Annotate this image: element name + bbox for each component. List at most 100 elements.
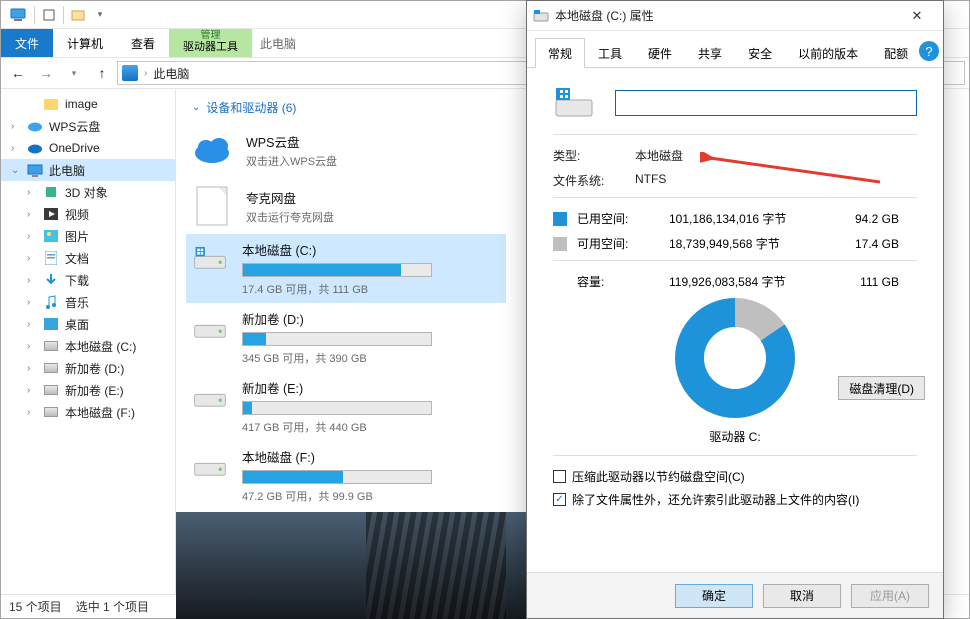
expand-icon[interactable]: › bbox=[27, 407, 37, 418]
nav-recent-dropdown[interactable]: ▾ bbox=[61, 60, 87, 86]
sidebar-item-label: 桌面 bbox=[65, 316, 89, 333]
expand-icon[interactable]: › bbox=[27, 187, 37, 198]
drive-icon bbox=[533, 9, 549, 23]
group-label: 设备和驱动器 (6) bbox=[206, 99, 296, 116]
sidebar-item-label: image bbox=[65, 97, 98, 111]
quick-access-btn[interactable] bbox=[38, 4, 60, 26]
ok-button[interactable]: 确定 bbox=[675, 584, 753, 608]
sidebar-item[interactable]: › 视频 bbox=[1, 203, 175, 225]
item-icon bbox=[43, 184, 59, 200]
dialog-tab[interactable]: 硬件 bbox=[635, 38, 685, 68]
checkbox-icon[interactable] bbox=[553, 470, 566, 483]
quick-access-dropdown[interactable]: ▾ bbox=[89, 4, 111, 26]
dialog-tab[interactable]: 工具 bbox=[585, 38, 635, 68]
filesystem-label: 文件系统: bbox=[553, 172, 635, 189]
item-icon bbox=[27, 140, 43, 156]
used-bytes: 101,186,134,016 字节 bbox=[669, 210, 839, 227]
expand-icon[interactable]: › bbox=[27, 231, 37, 242]
item-subtitle: 双击进入WPS云盘 bbox=[246, 153, 337, 169]
sidebar-item[interactable]: ›音乐 bbox=[1, 291, 175, 313]
apply-button[interactable]: 应用(A) bbox=[851, 584, 929, 608]
expand-icon[interactable]: › bbox=[27, 385, 37, 396]
drive-icon bbox=[190, 240, 230, 276]
sidebar-item[interactable]: › 桌面 bbox=[1, 313, 175, 335]
item-icon bbox=[43, 294, 59, 310]
ribbon-tab-file[interactable]: 文件 bbox=[1, 29, 53, 57]
dialog-title-bar: 本地磁盘 (C:) 属性 ✕ bbox=[527, 1, 943, 31]
expand-icon[interactable]: › bbox=[27, 209, 37, 220]
sidebar-item[interactable]: image bbox=[1, 93, 175, 115]
sidebar-item-label: 文档 bbox=[65, 250, 89, 267]
drive-free-text: 417 GB 可用，共 440 GB bbox=[242, 419, 502, 435]
dialog-tabs: 常规工具硬件共享安全以前的版本配额 bbox=[527, 31, 943, 68]
cancel-button[interactable]: 取消 bbox=[763, 584, 841, 608]
drive-name-input[interactable] bbox=[615, 90, 917, 116]
free-bytes: 18,739,949,568 字节 bbox=[669, 235, 839, 252]
nav-pane: image›WPS云盘›OneDrive⌄此电脑›3D 对象›视频›图片›文档›… bbox=[1, 89, 176, 594]
dialog-tab[interactable]: 共享 bbox=[685, 38, 735, 68]
sidebar-item-label: 新加卷 (D:) bbox=[65, 360, 124, 377]
item-title: WPS云盘 bbox=[246, 132, 337, 151]
sidebar-item[interactable]: › 新加卷 (D:) bbox=[1, 357, 175, 379]
sidebar-item[interactable]: ⌄此电脑 bbox=[1, 159, 175, 181]
expand-icon[interactable]: › bbox=[27, 253, 37, 264]
item-icon bbox=[190, 184, 234, 228]
ribbon-tab-drive-tools[interactable]: 管理 驱动器工具 bbox=[169, 29, 252, 57]
sidebar-item[interactable]: ›本地磁盘 (F:) bbox=[1, 401, 175, 423]
help-icon[interactable]: ? bbox=[919, 41, 939, 61]
drive-item[interactable]: 新加卷 (E:) 417 GB 可用，共 440 GB bbox=[186, 372, 506, 441]
expand-icon[interactable]: › bbox=[27, 363, 37, 374]
type-label: 类型: bbox=[553, 147, 635, 164]
free-color-swatch bbox=[553, 237, 567, 251]
sidebar-item[interactable]: ›图片 bbox=[1, 225, 175, 247]
dialog-tab[interactable]: 以前的版本 bbox=[785, 38, 871, 68]
sidebar-item[interactable]: › 新加卷 (E:) bbox=[1, 379, 175, 401]
checkbox-icon[interactable]: ✓ bbox=[553, 493, 566, 506]
breadcrumb[interactable]: 此电脑 bbox=[153, 65, 189, 82]
nav-back-button[interactable]: ← bbox=[5, 60, 31, 86]
status-item-count: 15 个项目 bbox=[9, 598, 62, 615]
dialog-tab[interactable]: 安全 bbox=[735, 38, 785, 68]
expand-icon[interactable]: › bbox=[27, 297, 37, 308]
drive-item[interactable]: 新加卷 (D:) 345 GB 可用，共 390 GB bbox=[186, 303, 506, 372]
sidebar-item[interactable]: ›OneDrive bbox=[1, 137, 175, 159]
item-icon bbox=[43, 250, 59, 266]
drive-item[interactable]: 本地磁盘 (C:) 17.4 GB 可用，共 111 GB bbox=[186, 234, 506, 303]
usage-bar bbox=[242, 470, 432, 484]
sidebar-item[interactable]: ›下载 bbox=[1, 269, 175, 291]
sidebar-item-label: WPS云盘 bbox=[49, 118, 100, 135]
item-subtitle: 双击运行夸克网盘 bbox=[246, 209, 334, 225]
expand-icon[interactable]: › bbox=[27, 275, 37, 286]
drive-item[interactable]: 本地磁盘 (F:) 47.2 GB 可用，共 99.9 GB bbox=[186, 441, 506, 510]
disk-cleanup-button[interactable]: 磁盘清理(D) bbox=[838, 376, 925, 400]
dialog-tab[interactable]: 常规 bbox=[535, 38, 585, 68]
expand-icon[interactable]: › bbox=[27, 319, 37, 330]
expand-icon[interactable]: › bbox=[11, 121, 21, 132]
sidebar-item-label: 视频 bbox=[65, 206, 89, 223]
item-icon bbox=[43, 360, 59, 376]
ribbon-tab-computer[interactable]: 计算机 bbox=[53, 29, 117, 57]
sidebar-item[interactable]: ›本地磁盘 (C:) bbox=[1, 335, 175, 357]
drive-name: 本地磁盘 (C:) bbox=[242, 240, 502, 259]
quick-access-btn-2[interactable] bbox=[67, 4, 89, 26]
chevron-right-icon: › bbox=[144, 68, 147, 79]
expand-icon[interactable]: › bbox=[27, 341, 37, 352]
pc-icon bbox=[9, 6, 27, 24]
desktop-wallpaper bbox=[176, 512, 526, 619]
sidebar-item[interactable]: › WPS云盘 bbox=[1, 115, 175, 137]
nav-forward-button[interactable]: → bbox=[33, 60, 59, 86]
sidebar-item-label: 3D 对象 bbox=[65, 184, 108, 201]
sidebar-item-label: 新加卷 (E:) bbox=[65, 382, 124, 399]
drive-icon bbox=[553, 82, 595, 124]
index-checkbox-row[interactable]: ✓ 除了文件属性外，还允许索引此驱动器上文件的内容(I) bbox=[553, 491, 917, 508]
sidebar-item[interactable]: › 3D 对象 bbox=[1, 181, 175, 203]
dialog-tab[interactable]: 配额 bbox=[871, 38, 921, 68]
nav-up-button[interactable]: ↑ bbox=[89, 60, 115, 86]
compress-checkbox-row[interactable]: 压缩此驱动器以节约磁盘空间(C) bbox=[553, 468, 917, 485]
index-label: 除了文件属性外，还允许索引此驱动器上文件的内容(I) bbox=[572, 491, 859, 508]
close-button[interactable]: ✕ bbox=[897, 2, 937, 30]
expand-icon[interactable]: ⌄ bbox=[11, 165, 21, 176]
expand-icon[interactable]: › bbox=[11, 143, 21, 154]
sidebar-item[interactable]: › 文档 bbox=[1, 247, 175, 269]
ribbon-tab-view[interactable]: 查看 bbox=[117, 29, 169, 57]
